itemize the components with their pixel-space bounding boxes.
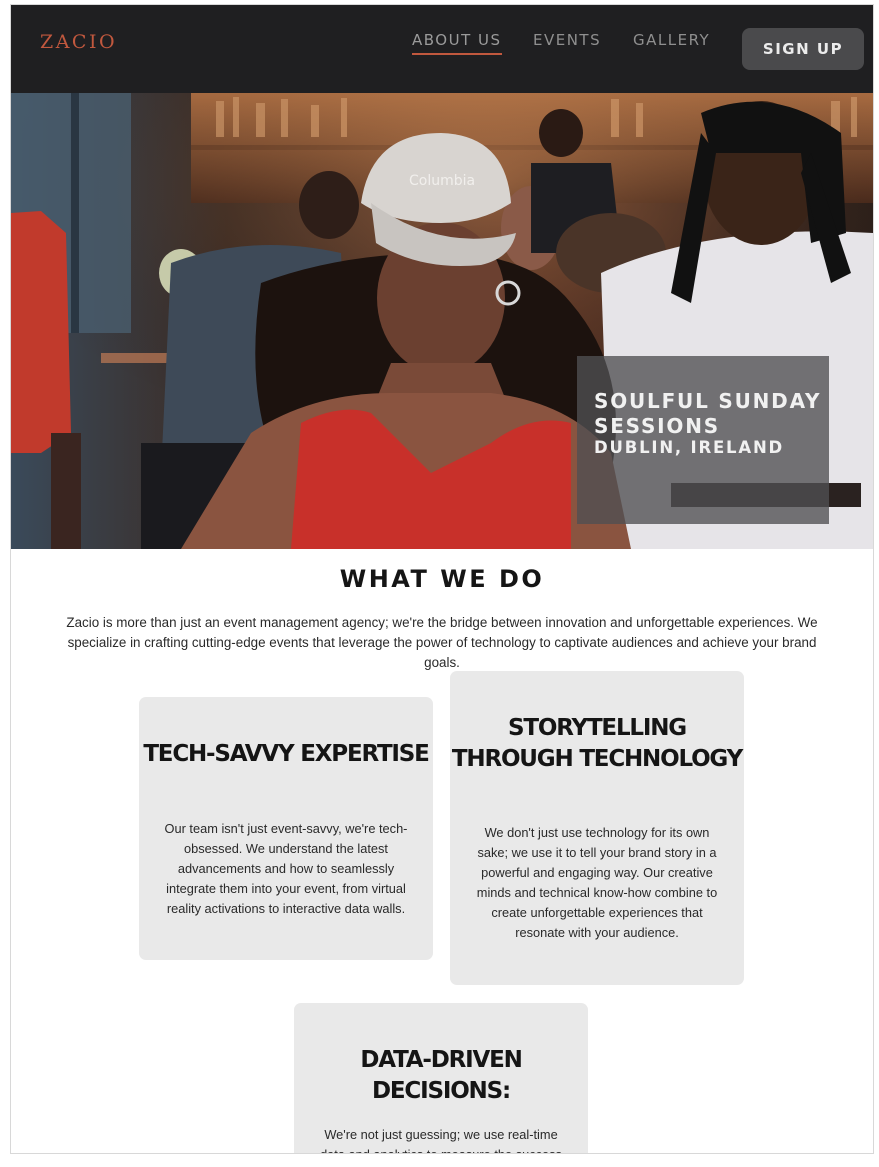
card-storytelling: STORYTELLING THROUGH TECHNOLOGY We don't… <box>450 671 744 985</box>
nav-events[interactable]: EVENTS <box>533 31 601 49</box>
hero-caption-box: SOULFUL SUNDAY SESSIONS DUBLIN, IRELAND <box>577 356 829 524</box>
site-header: ZACIO ABOUT US EVENTS GALLERY SIGN UP <box>11 5 873 93</box>
logo[interactable]: ZACIO <box>40 31 117 53</box>
page-frame: ZACIO ABOUT US EVENTS GALLERY SIGN UP Co… <box>10 4 874 1154</box>
what-we-do-intro: Zacio is more than just an event managem… <box>66 615 818 670</box>
sign-up-button[interactable]: SIGN UP <box>742 28 864 70</box>
card-title: TECH-SAVVY EXPERTISE <box>143 741 430 767</box>
hero-event-location: DUBLIN, IRELAND <box>594 438 785 457</box>
card-tech-savvy: TECH-SAVVY EXPERTISE Our team isn't just… <box>139 697 433 960</box>
card-body: We don't just use technology for its own… <box>476 825 718 940</box>
card-body: Our team isn't just event-savvy, we're t… <box>164 821 408 916</box>
what-we-do-heading: WHAT WE DO <box>339 565 545 593</box>
card-body: We're not just guessing; we use real-tim… <box>320 1127 562 1153</box>
cap-logo-text: Columbia <box>409 173 475 189</box>
nav-gallery[interactable]: GALLERY <box>633 31 710 49</box>
card-title: DATA-DRIVEN DECISIONS: <box>360 1047 522 1104</box>
card-data-driven: DATA-DRIVEN DECISIONS: We're not just gu… <box>294 1003 588 1153</box>
card-title: STORYTELLING THROUGH TECHNOLOGY <box>451 715 743 772</box>
hero-banner: Columbia SOULFUL SUNDAY SESSIONS DUBLIN,… <box>11 93 873 549</box>
hero-event-title: SOULFUL SUNDAY SESSIONS <box>594 389 822 438</box>
nav-about-us[interactable]: ABOUT US <box>412 31 502 55</box>
